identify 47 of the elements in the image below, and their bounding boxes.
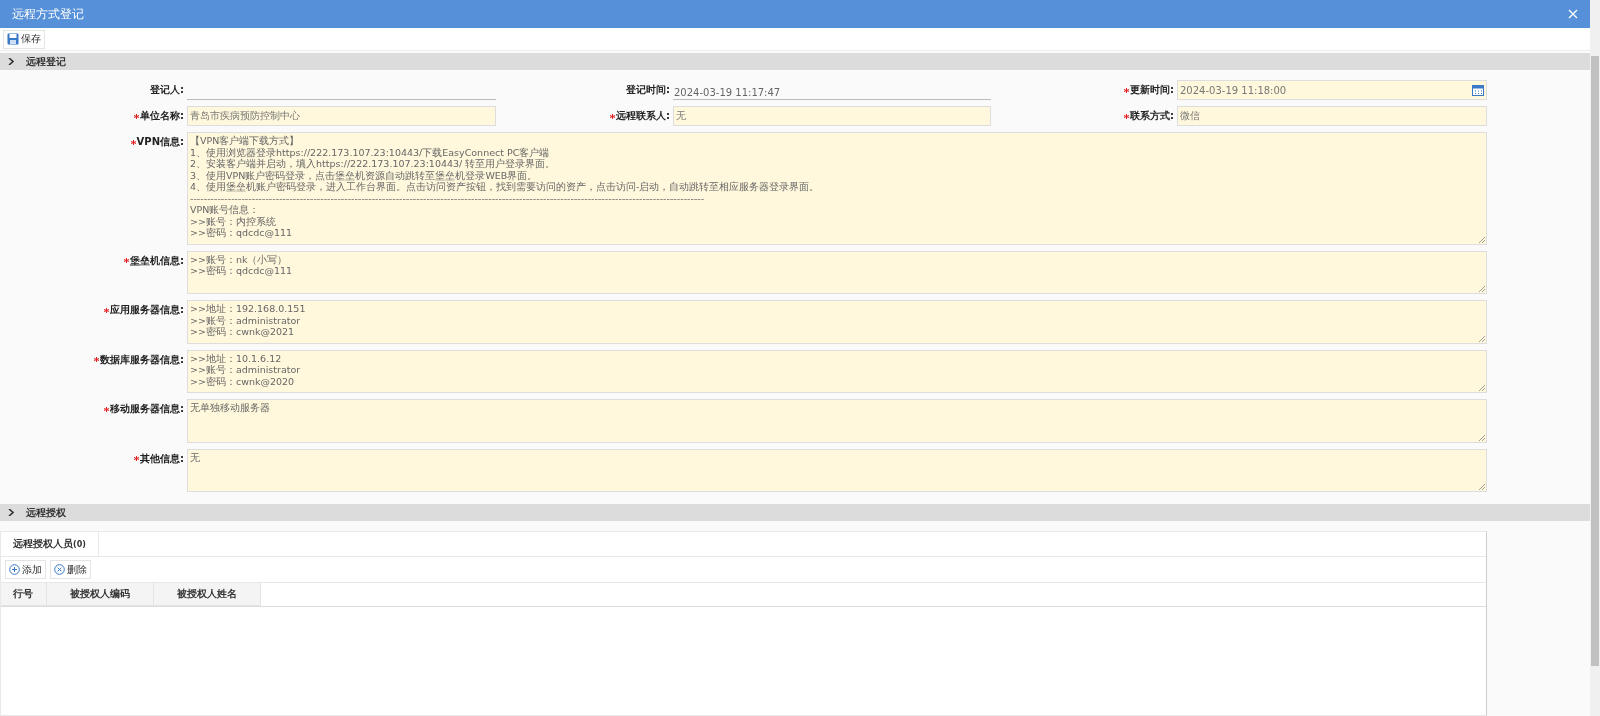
section-header[interactable]: 远程授权 bbox=[0, 504, 1590, 521]
resize-grip-icon[interactable] bbox=[1479, 335, 1485, 342]
text-area[interactable]: 无 bbox=[187, 448, 1487, 492]
text-area[interactable]: >>地址：10.1.6.12 >>账号：administrator >>密码：cwnk@2020 bbox=[187, 349, 1487, 393]
resize-grip-icon[interactable] bbox=[1479, 286, 1485, 292]
text-area[interactable]: >>地址：192.168.0.151 >>账号：administrator >>密码：cwnk@2021 bbox=[187, 300, 1487, 344]
section-title: 远程授权 bbox=[26, 505, 66, 520]
field-label: 单位名称: bbox=[140, 109, 184, 123]
field-label: VPN信息: bbox=[136, 135, 184, 149]
plus-circle-icon bbox=[9, 564, 20, 575]
column-header[interactable]: 被授权人姓名 bbox=[153, 583, 261, 605]
field-label: 登记时间: bbox=[626, 83, 670, 97]
text-area[interactable]: 【VPN客户端下载方式】 1、使用浏览器登录https://222.173.107.23:10443/下载EasyConnect PC客户端 2、安装客户端并启动，填入https://222.173.107.23:10443/ 转至用户登录界面。 3、使用VPN账户密码登录，点击堡垒机资源自动跳转至堡垒机登录WEB界面。 4、使用堡垒机账户密码登录，进入工作台界面。点击访问资产按钮，找到需要访问的资产，点击访问-启动，自动跳转至相应服务器登录界面。 ------------------------------------------------------------------------------------------------------------------------------------------------------ VPN账号信息： >>账号：内控系统 >>密码：qdcdc@111 bbox=[187, 132, 1487, 245]
calendar-icon[interactable] bbox=[1472, 84, 1484, 96]
close-icon[interactable] bbox=[1568, 9, 1578, 19]
add-button[interactable]: 添加 bbox=[5, 560, 46, 579]
x-circle-icon bbox=[54, 564, 65, 575]
text-field[interactable]: 2024-03-19 11:17:47 bbox=[673, 80, 991, 100]
scrollbar-thumb[interactable] bbox=[1591, 56, 1599, 666]
column-header[interactable]: 被授权人编码 bbox=[46, 583, 154, 605]
field-label: 移动服务器信息: bbox=[110, 402, 184, 416]
field-label: 堡垒机信息: bbox=[130, 253, 184, 268]
column-header[interactable]: 行号 bbox=[1, 583, 47, 605]
chevron-icon[interactable] bbox=[8, 58, 14, 65]
section-title: 远程登记 bbox=[26, 54, 66, 69]
field-label: 联系方式: bbox=[1130, 109, 1174, 123]
resize-grip-icon[interactable] bbox=[1479, 236, 1485, 243]
field-label: 更新时间: bbox=[1130, 83, 1174, 97]
text-area[interactable]: 无单独移动服务器 bbox=[187, 399, 1487, 443]
window-title: 远程方式登记 bbox=[12, 5, 84, 23]
date-field[interactable]: 2024-03-19 11:18:00 bbox=[1177, 80, 1487, 100]
chevron-icon[interactable] bbox=[8, 509, 14, 516]
save-button[interactable]: 保存 bbox=[3, 29, 45, 49]
field-label: 登记人: bbox=[150, 83, 184, 97]
delete-button[interactable]: 删除 bbox=[50, 560, 91, 579]
input-field[interactable]: 青岛市疾病预防控制中心 bbox=[187, 106, 496, 126]
resize-grip-icon[interactable] bbox=[1479, 434, 1485, 441]
resize-grip-icon[interactable] bbox=[1479, 484, 1485, 490]
field-label: 数据库服务器信息: bbox=[100, 352, 184, 367]
field-label: 其他信息: bbox=[140, 451, 184, 466]
input-field[interactable]: 微信 bbox=[1177, 106, 1487, 126]
text-area[interactable]: >>账号：nk（小写） >>密码：qdcdc@111 bbox=[187, 250, 1487, 294]
input-field[interactable]: 无 bbox=[673, 106, 991, 126]
section-header[interactable]: 远程登记 bbox=[0, 53, 1590, 70]
resize-grip-icon[interactable] bbox=[1479, 385, 1485, 391]
field-label: 远程联系人: bbox=[616, 109, 670, 123]
field-label: 应用服务器信息: bbox=[110, 303, 184, 317]
